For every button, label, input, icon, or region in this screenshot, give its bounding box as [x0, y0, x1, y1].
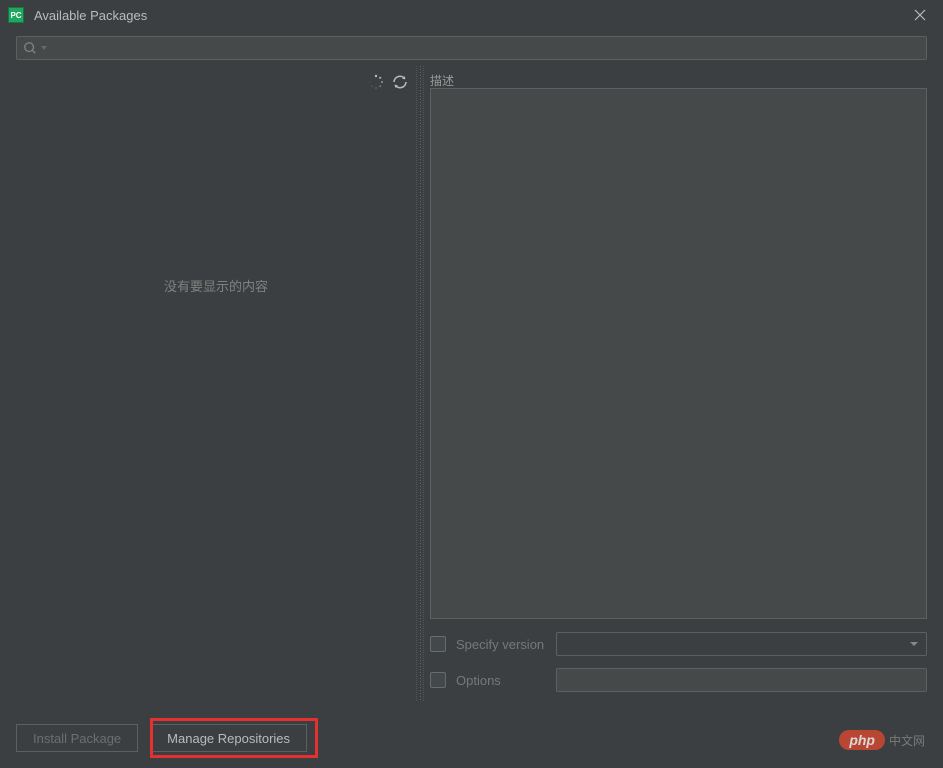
specify-version-select[interactable] [556, 632, 927, 656]
manage-repositories-button[interactable]: Manage Repositories [150, 724, 307, 752]
search-input[interactable] [16, 36, 927, 60]
loading-spinner-icon [368, 74, 384, 90]
window-title: Available Packages [34, 8, 905, 23]
options-label: Options [456, 673, 556, 688]
options-input[interactable] [556, 668, 927, 692]
description-label: 描述 [430, 66, 927, 88]
main-area: 没有要显示的内容 描述 Specify version Options [0, 66, 943, 701]
panel-splitter[interactable] [416, 66, 424, 701]
watermark: php 中文网 [839, 730, 925, 750]
refresh-icon[interactable] [392, 74, 408, 90]
watermark-text: 中文网 [889, 732, 925, 749]
chevron-down-icon [41, 45, 47, 51]
specify-version-label: Specify version [456, 637, 556, 652]
bottom-bar: Install Package Manage Repositories [16, 724, 927, 752]
install-package-button[interactable]: Install Package [16, 724, 138, 752]
options-checkbox[interactable] [430, 672, 446, 688]
close-button[interactable] [905, 0, 935, 30]
details-panel: 描述 Specify version Options [424, 66, 927, 701]
options-row: Options [430, 665, 927, 695]
watermark-badge: php [839, 730, 885, 750]
description-box [430, 88, 927, 619]
close-icon [914, 9, 926, 21]
package-list-panel: 没有要显示的内容 [16, 66, 416, 701]
titlebar: PC Available Packages [0, 0, 943, 30]
empty-list-message: 没有要显示的内容 [16, 276, 416, 295]
specify-version-row: Specify version [430, 629, 927, 659]
app-icon: PC [8, 7, 24, 23]
specify-version-checkbox[interactable] [430, 636, 446, 652]
search-icon [23, 41, 37, 55]
